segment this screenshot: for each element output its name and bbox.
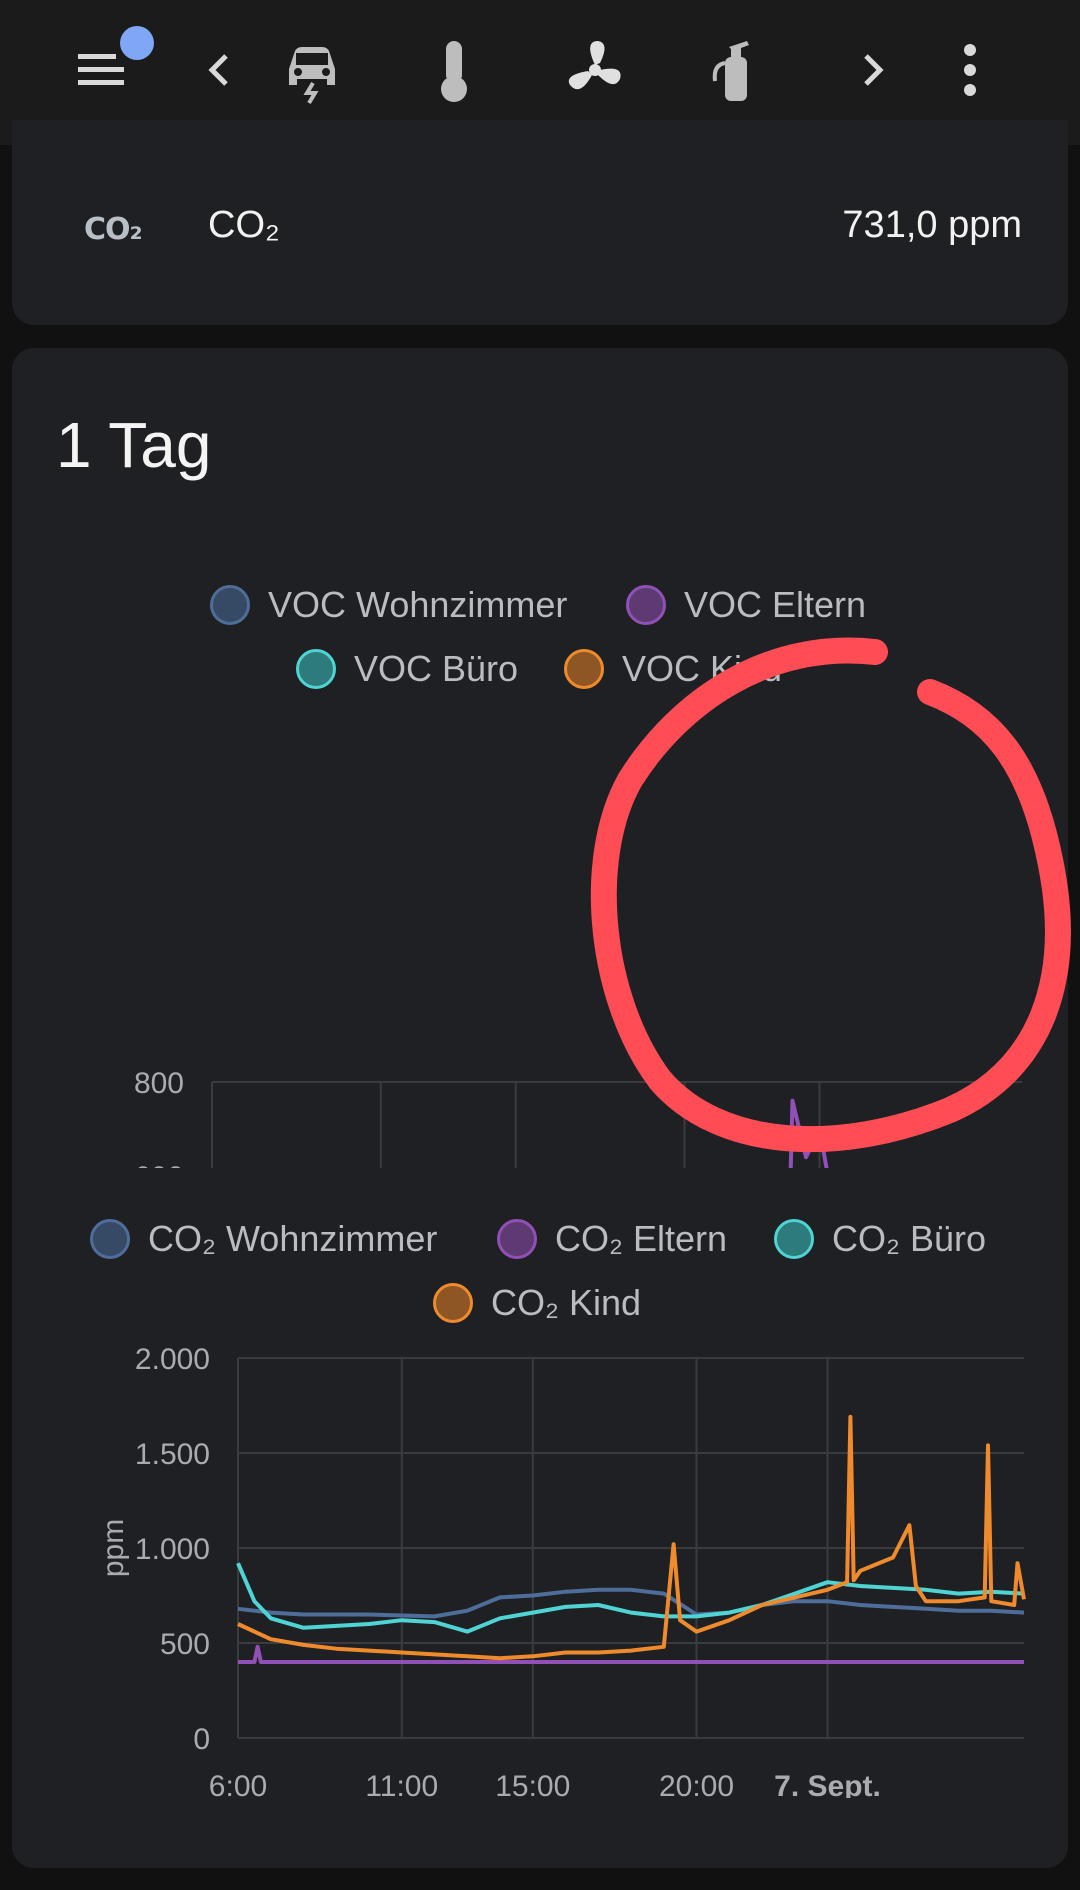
y-tick-label: 1.000: [135, 1533, 210, 1566]
card-title: 1 Tag: [56, 409, 212, 481]
fire-extinguisher-icon: [712, 41, 749, 101]
tab-car[interactable]: [262, 22, 362, 118]
more-vert-icon: [964, 44, 976, 96]
legend-co2-wohnzimmer[interactable]: CO₂ Wohnzimmer: [90, 1218, 437, 1260]
legend-swatch: [90, 1219, 130, 1259]
co2-line-chart[interactable]: 2.000 1.500 1.000 500 0 6:00 11:00 15:00 20:00 7.…: [12, 1338, 1068, 1798]
history-graph-card: 1 Tag VOC Wohnzimmer VOC Eltern VOC Büro…: [12, 348, 1068, 1868]
x-tick-label: 7. Sept.: [774, 1770, 881, 1798]
legend-co2-kind[interactable]: CO₂ Kind: [433, 1282, 641, 1324]
series-line-eltern[interactable]: [212, 1098, 1022, 1168]
y-axis-label: ppm: [97, 1519, 130, 1577]
legend-label: VOC Eltern: [684, 584, 867, 625]
legend-label: CO₂ Kind: [491, 1282, 642, 1323]
legend-label: VOC Wohnzimmer: [268, 584, 568, 625]
legend-label: VOC Kind: [622, 648, 783, 689]
y-tick-label: 500: [160, 1628, 210, 1661]
y-tick-label: 800: [134, 1067, 184, 1100]
y-tick-label: 600: [134, 1161, 184, 1168]
legend-voc-buero[interactable]: VOC Büro: [296, 648, 518, 690]
legend-voc-wohnzimmer[interactable]: VOC Wohnzimmer: [210, 584, 567, 626]
chevron-right-icon: [864, 54, 884, 86]
legend-voc-kind[interactable]: VOC Kind: [564, 648, 782, 690]
entity-name: CO₂: [208, 204, 280, 246]
series-line-buero[interactable]: [236, 1562, 1025, 1634]
fan-icon: [568, 41, 621, 90]
legend-swatch: [433, 1283, 473, 1323]
y-tick-label: 0: [193, 1723, 210, 1756]
legend-voc-eltern[interactable]: VOC Eltern: [626, 584, 866, 626]
legend-label: CO₂ Büro: [832, 1218, 987, 1259]
tab-temperature[interactable]: [404, 22, 504, 118]
y-tick-label: 1.500: [135, 1438, 210, 1471]
x-tick-label: 6:00: [209, 1770, 267, 1798]
x-tick-label: 11:00: [365, 1770, 438, 1798]
notification-badge: [120, 26, 154, 60]
thermometer-icon: [441, 41, 467, 102]
chevron-left-icon: [208, 54, 228, 86]
legend-label: CO₂ Wohnzimmer: [148, 1218, 438, 1259]
menu-button[interactable]: [60, 22, 160, 118]
legend-label: VOC Büro: [354, 648, 519, 689]
car-charging-icon: [289, 47, 335, 105]
legend-label: CO₂ Eltern: [555, 1218, 728, 1259]
molecule-co2-icon: CO₂: [84, 212, 143, 247]
legend-swatch: [626, 585, 666, 625]
overflow-menu-button[interactable]: [920, 22, 1020, 118]
voc-line-chart[interactable]: 80060040020006:0011:0015:0020:007. Sept.…: [12, 708, 1068, 1168]
legend-swatch: [210, 585, 250, 625]
legend-co2-buero[interactable]: CO₂ Büro: [774, 1218, 986, 1260]
tab-fire[interactable]: [685, 22, 785, 118]
x-tick-label: 20:00: [659, 1770, 734, 1798]
legend-swatch: [497, 1219, 537, 1259]
legend-swatch: [296, 649, 336, 689]
legend-swatch: [564, 649, 604, 689]
entity-card: CO₂ CO₂ 731,0 ppm: [12, 120, 1068, 325]
entity-value: 731,0 ppm: [842, 204, 1022, 246]
scroll-left-button[interactable]: [170, 22, 270, 118]
legend-co2-eltern[interactable]: CO₂ Eltern: [497, 1218, 727, 1260]
y-tick-label: 2.000: [135, 1343, 210, 1376]
x-tick-label: 15:00: [495, 1770, 570, 1798]
scroll-right-button[interactable]: [822, 22, 922, 118]
legend-swatch: [774, 1219, 814, 1259]
tab-fan[interactable]: [545, 22, 645, 118]
